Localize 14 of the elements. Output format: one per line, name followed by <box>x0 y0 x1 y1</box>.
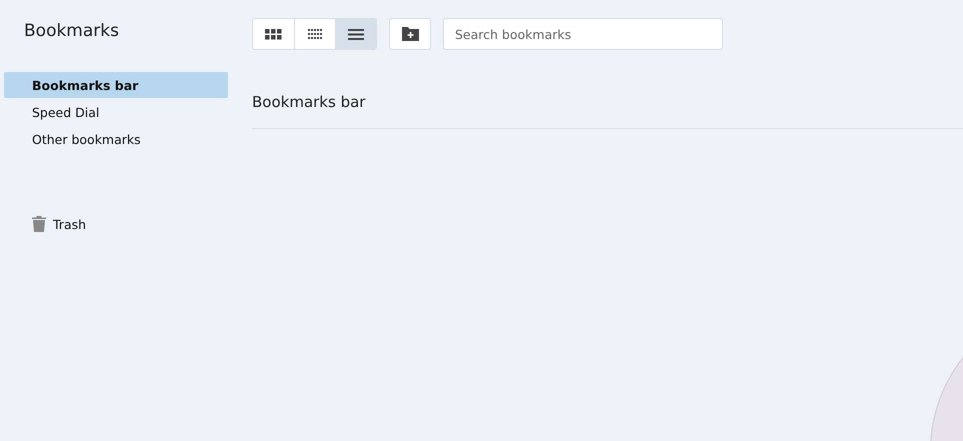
sidebar-title: Bookmarks <box>23 20 120 43</box>
grid-icon <box>265 28 282 40</box>
new-folder-button[interactable] <box>389 18 431 50</box>
folder-heading: Bookmarks bar <box>252 93 963 129</box>
view-button[interactable] <box>335 19 376 49</box>
list-icon <box>348 28 364 40</box>
trash-item[interactable]: Trash <box>4 214 228 234</box>
dots-grid-icon <box>308 28 322 40</box>
sidebar-item[interactable]: Bookmarks bar <box>4 72 228 98</box>
sidebar-item[interactable]: Speed Dial <box>4 99 228 125</box>
search-field[interactable]: Search bookmarks <box>443 18 723 50</box>
sidebar-item[interactable]: Other bookmarks <box>4 126 228 152</box>
folder-plus-icon <box>402 27 418 41</box>
trash-icon <box>32 216 46 232</box>
